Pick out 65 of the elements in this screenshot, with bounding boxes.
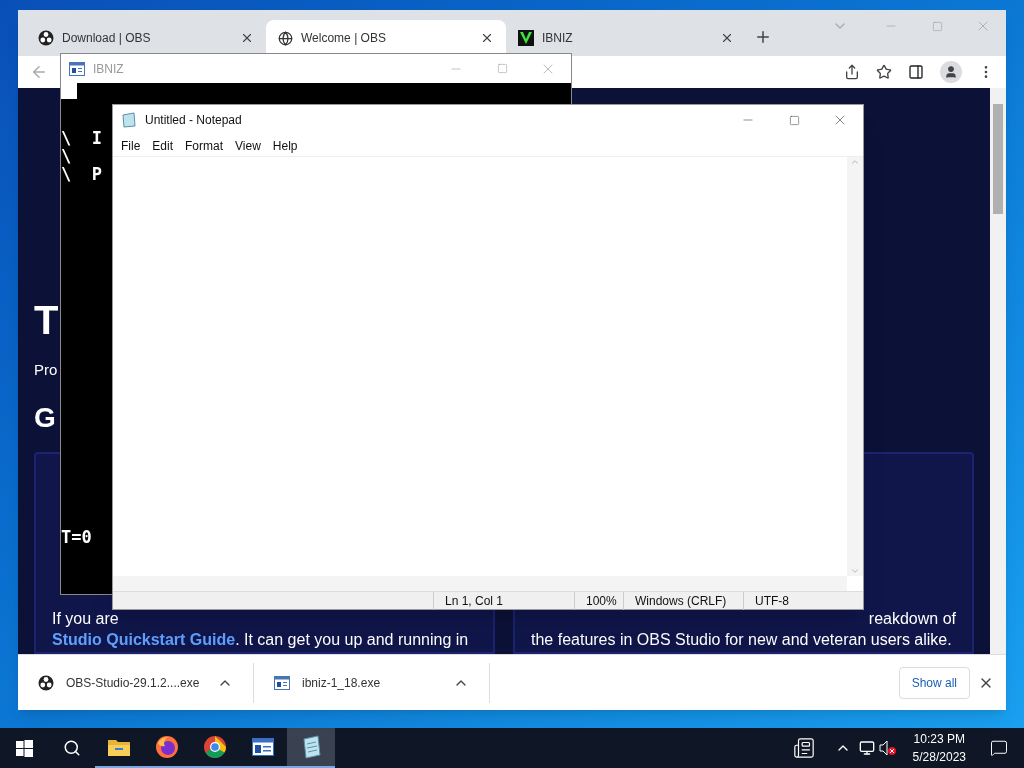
new-tab-icon[interactable] — [754, 28, 772, 46]
close-tab-icon[interactable] — [240, 31, 254, 45]
menu-item[interactable]: Edit — [146, 136, 180, 155]
close-tab-icon[interactable] — [720, 31, 734, 45]
section-heading: G — [34, 401, 56, 435]
v-logo-icon — [518, 30, 534, 46]
muted-speaker-icon[interactable] — [878, 740, 897, 756]
status-text: Windows (CRLF) — [623, 591, 743, 610]
status-text: UTF-8 — [743, 591, 843, 610]
scrollbar[interactable] — [990, 88, 1006, 654]
obs-logo-icon — [38, 30, 54, 46]
browser-tab[interactable]: IBNIZ — [506, 20, 746, 56]
taskbar-app[interactable] — [287, 728, 335, 768]
horizontal-scrollbar[interactable] — [113, 576, 847, 591]
card-text: If you are — [52, 609, 119, 629]
folder-icon[interactable] — [107, 737, 131, 757]
status-text: 100% — [574, 591, 623, 610]
card-text: reakdown of — [868, 609, 956, 629]
bookmark-star-icon[interactable] — [876, 64, 892, 80]
notepad-icon — [121, 112, 137, 128]
download-item[interactable]: ibniz-1_18.exe — [254, 662, 490, 703]
window-title: IBNIZ — [93, 60, 125, 78]
output-line: \ I — [61, 129, 102, 147]
browser-tab[interactable]: Download | OBS — [26, 20, 266, 56]
window-icon — [69, 61, 85, 76]
quickstart-link[interactable]: Studio Quickstart Guide — [52, 629, 236, 650]
download-name: ibniz-1_18.exe — [302, 674, 382, 692]
clock-time[interactable]: 10:23 PM — [913, 730, 965, 748]
tab-title: Welcome | OBS — [301, 30, 387, 47]
time-counter: T=0 — [61, 528, 92, 546]
show-all-button[interactable]: Show all — [898, 666, 970, 699]
menu-item[interactable]: View — [229, 136, 267, 155]
firefox-icon[interactable] — [155, 735, 179, 759]
clock-date[interactable]: 5/28/2023 — [912, 748, 966, 766]
menu-item[interactable]: File — [115, 136, 147, 155]
news-icon[interactable] — [792, 737, 815, 759]
start-icon[interactable] — [16, 739, 33, 757]
side-panel-icon[interactable] — [908, 64, 924, 80]
close-tab-icon[interactable] — [480, 31, 494, 45]
network-icon[interactable] — [858, 740, 875, 756]
tab-title: IBNIZ — [542, 30, 574, 47]
notifications-icon[interactable] — [990, 739, 1008, 757]
card-text: the features in OBS Studio for new and veteran users alike. — [531, 630, 952, 650]
globe-icon — [278, 30, 293, 46]
profile-icon[interactable] — [940, 61, 962, 83]
page-heading: T — [34, 297, 59, 344]
menu-item[interactable]: Help — [266, 136, 304, 155]
window-icon — [274, 675, 290, 690]
search-icon[interactable] — [63, 739, 81, 757]
intro-text: Pro — [34, 360, 58, 380]
notepad-icon[interactable] — [300, 735, 322, 759]
obs-logo-icon — [38, 674, 54, 691]
output-line: \ — [61, 147, 72, 165]
chrome-icon[interactable] — [203, 735, 227, 759]
download-name: OBS-Studio-29.1.2....exe — [66, 674, 201, 692]
browser-tab[interactable]: Welcome | OBS — [266, 20, 506, 56]
tab-title: Download | OBS — [62, 30, 152, 47]
share-icon[interactable] — [844, 64, 860, 80]
card-text: . It can get you up and running in — [235, 630, 469, 650]
download-item[interactable]: OBS-Studio-29.1.2....exe — [18, 662, 254, 703]
window-icon[interactable] — [252, 738, 274, 756]
menu-item[interactable]: Format — [179, 136, 230, 155]
status-text: Ln 1, Col 1 — [433, 591, 574, 610]
window-title: Untitled - Notepad — [145, 112, 243, 129]
output-line: \ P — [61, 165, 102, 183]
